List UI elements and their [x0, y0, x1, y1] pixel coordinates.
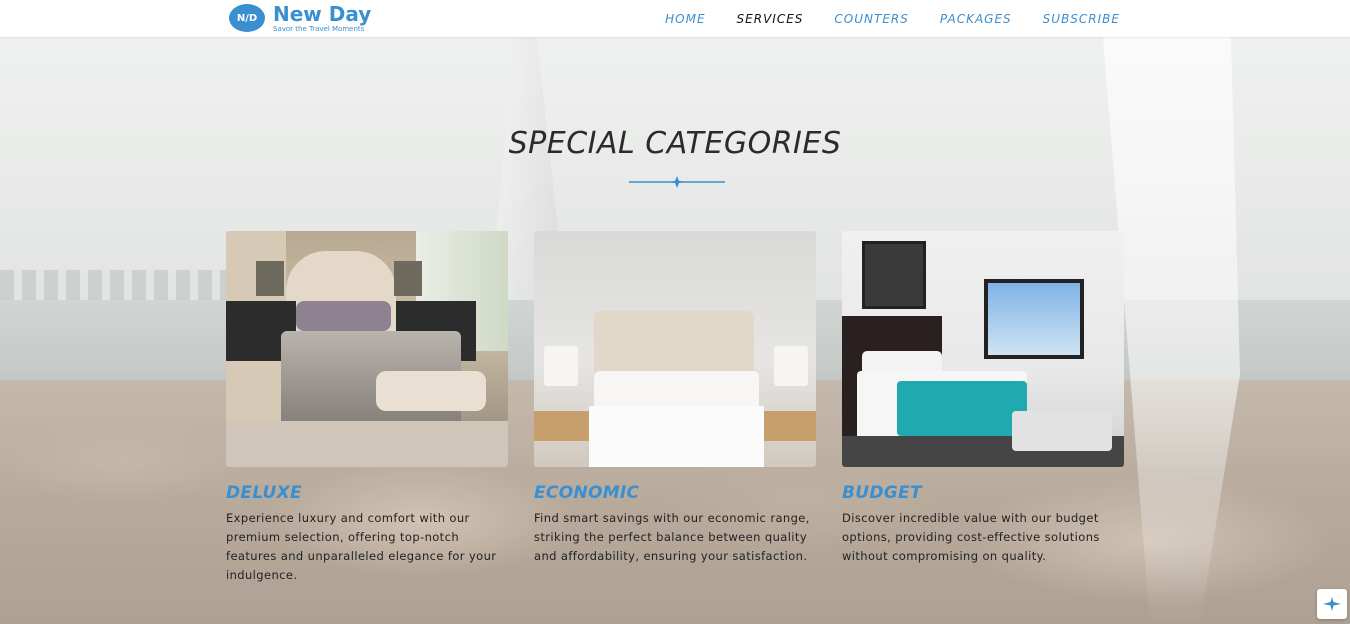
nav-subscribe[interactable]: SUBSCRIBE — [1043, 12, 1120, 26]
scroll-top-button[interactable] — [1317, 589, 1347, 619]
category-card-deluxe[interactable]: DELUXE Experience luxury and comfort wit… — [226, 231, 508, 585]
category-description-budget: Discover incredible value with our budge… — [842, 511, 1100, 563]
category-title-budget[interactable]: BUDGET — [842, 483, 1124, 503]
nav-services[interactable]: SERVICES — [737, 12, 804, 26]
bedroom-economic-photo[interactable] — [534, 231, 816, 467]
logo-text: New Day Savor the Travel Moments — [273, 4, 371, 33]
site-header: N/D New Day Savor the Travel Moments HOM… — [0, 0, 1350, 37]
bedroom-budget-photo[interactable] — [842, 231, 1124, 467]
bedroom-deluxe-photo[interactable] — [226, 231, 508, 467]
section-title: SPECIAL CATEGORIES — [508, 126, 842, 161]
logo-name: New Day — [273, 1, 372, 26]
category-title-economic[interactable]: ECONOMIC — [534, 483, 816, 503]
category-description-economic: Find smart savings with our economic ran… — [534, 511, 810, 563]
category-title-deluxe[interactable]: DELUXE — [226, 483, 508, 503]
nav-packages[interactable]: PACKAGES — [940, 12, 1012, 26]
category-card-economic[interactable]: ECONOMIC Find smart savings with our eco… — [534, 231, 816, 566]
category-card-budget[interactable]: BUDGET Discover incredible value with ou… — [842, 231, 1124, 566]
logo-badge: N/D — [229, 4, 265, 32]
airplane-divider-icon — [629, 176, 725, 188]
logo-tagline: Savor the Travel Moments — [273, 24, 365, 33]
nav-counters[interactable]: COUNTERS — [834, 12, 908, 26]
category-description-deluxe: Experience luxury and comfort with our p… — [226, 511, 497, 582]
airplane-icon — [1323, 597, 1341, 611]
nav-home[interactable]: HOME — [665, 12, 705, 26]
logo[interactable]: N/D New Day Savor the Travel Moments — [229, 2, 371, 34]
main-nav: HOME SERVICES COUNTERS PACKAGES SUBSCRIB… — [634, 0, 1120, 37]
